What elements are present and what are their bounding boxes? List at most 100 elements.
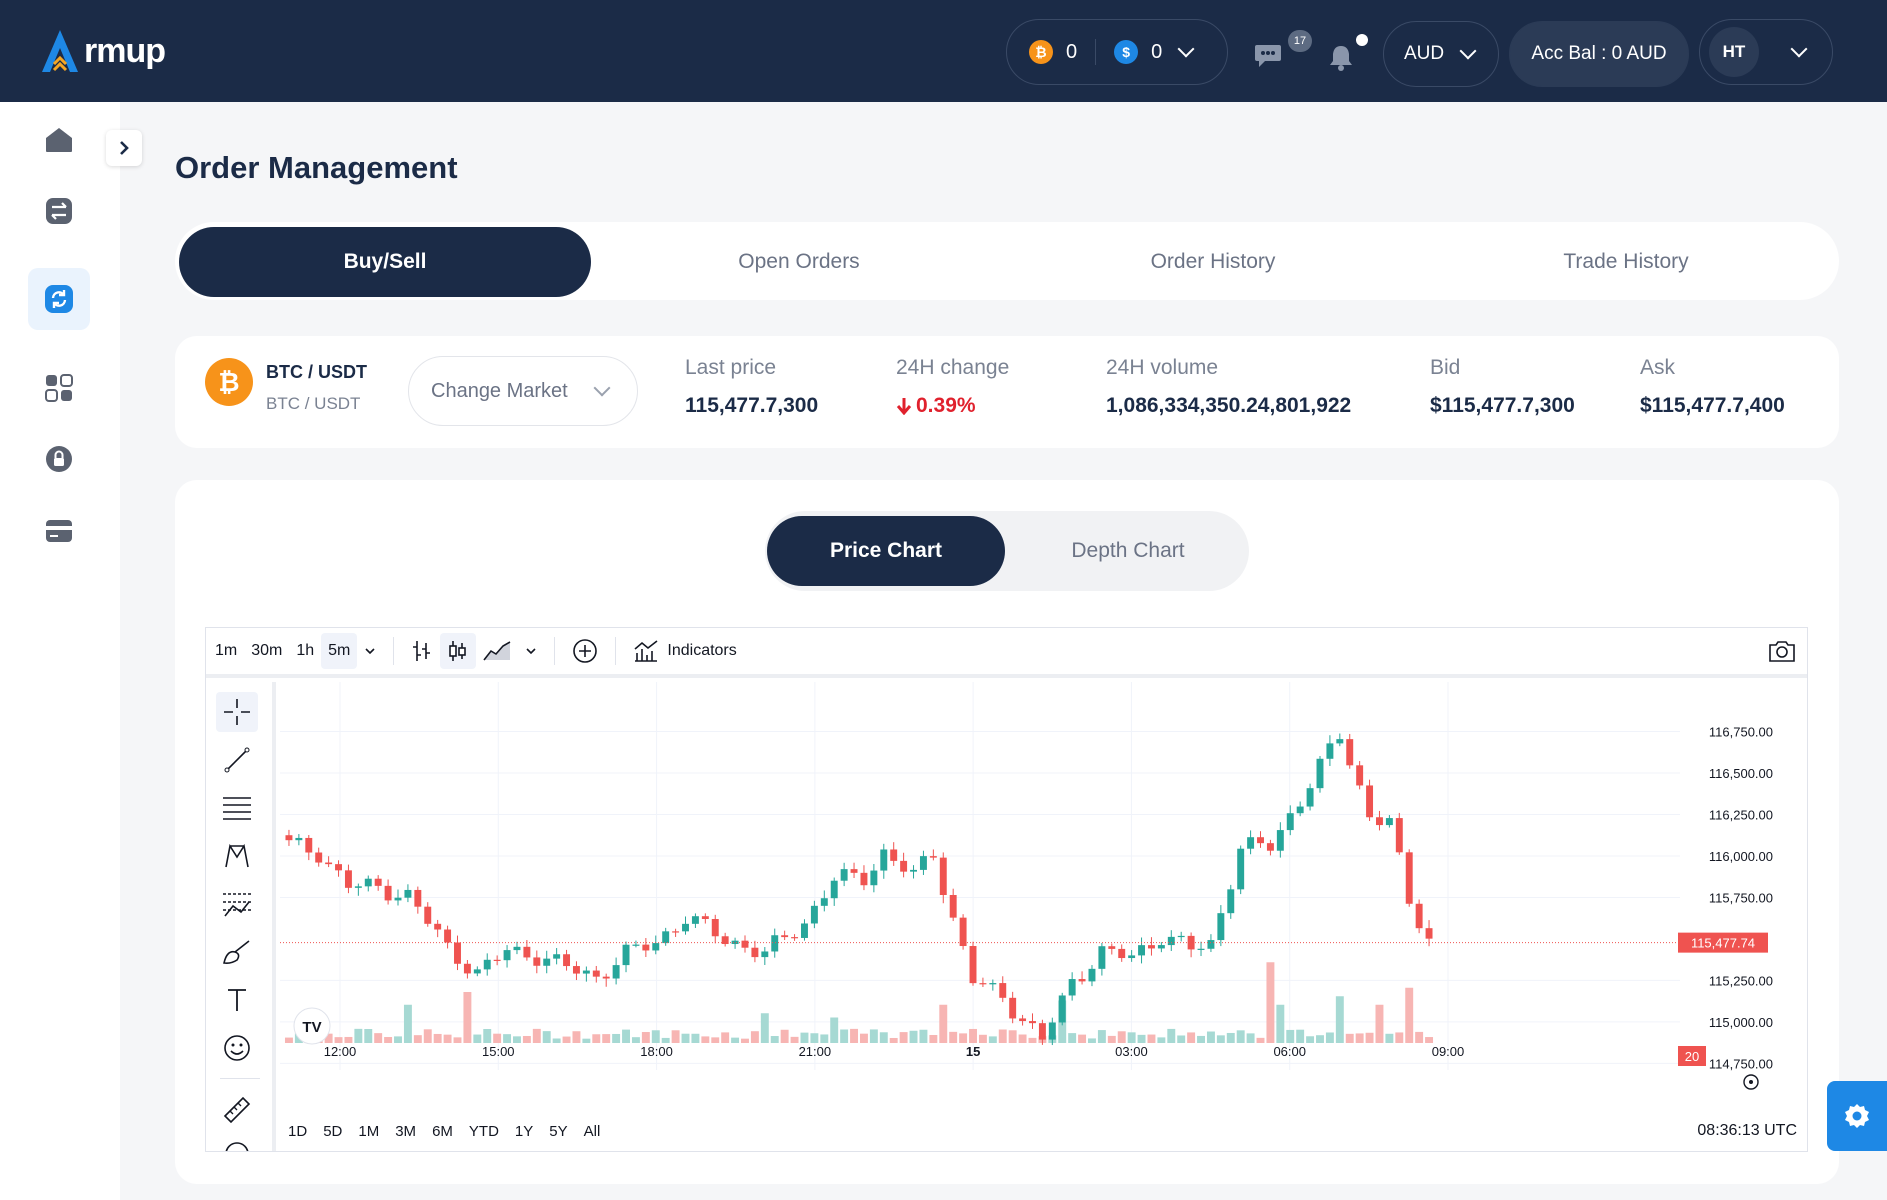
tab-buy-sell[interactable]: Buy/Sell [179, 227, 591, 297]
change-market-select[interactable]: Change Market [408, 356, 638, 426]
tab-trade-history[interactable]: Trade History [1420, 227, 1832, 297]
volume-bar [1236, 1030, 1245, 1043]
text-tool[interactable] [216, 980, 258, 1020]
measure-tool[interactable] [216, 1090, 258, 1130]
volume-bar [1028, 1037, 1037, 1043]
tab-open-orders[interactable]: Open Orders [593, 227, 1005, 297]
price-tick-label: 115,000.00 [1709, 1015, 1773, 1030]
ruler-icon [223, 1096, 251, 1124]
timeframe-30m[interactable]: 30m [244, 633, 289, 669]
pair-subtitle: BTC / USDT [266, 394, 361, 413]
range-1d[interactable]: 1D [280, 1123, 315, 1140]
sidebar-item-cards[interactable] [28, 500, 90, 562]
candle-body [810, 905, 818, 924]
sidebar-item-home[interactable] [28, 109, 90, 171]
tab-order-history[interactable]: Order History [1007, 227, 1419, 297]
area-style-button[interactable] [476, 633, 518, 669]
volume-bar [453, 1037, 462, 1043]
range-5y[interactable]: 5Y [541, 1123, 575, 1140]
text-icon [228, 989, 246, 1011]
candle-body [1108, 946, 1116, 949]
sidebar-item-security[interactable] [28, 428, 90, 490]
volume-bar [711, 1037, 720, 1043]
candle-body [741, 940, 749, 948]
zoom-icon [225, 1142, 249, 1151]
candle-body [850, 869, 858, 873]
volume-bar [998, 1029, 1007, 1043]
user-menu[interactable]: HT [1699, 19, 1833, 85]
candle-body [1296, 806, 1304, 814]
candle-body [1197, 948, 1205, 950]
candle-body [553, 954, 561, 959]
volume-bar [1296, 1029, 1305, 1043]
screenshot-button[interactable] [1761, 633, 1803, 669]
volume-bar [661, 1037, 670, 1043]
tab-price-chart[interactable]: Price Chart [767, 516, 1005, 586]
timeframe-5m[interactable]: 5m [321, 633, 358, 669]
fib-tool[interactable] [216, 788, 258, 828]
candle-body [325, 862, 333, 865]
volume-bar [909, 1030, 918, 1043]
candle-body [691, 916, 699, 924]
timeframe-1h[interactable]: 1h [289, 633, 321, 669]
prediction-tool[interactable] [216, 884, 258, 924]
chart-style-dropdown[interactable] [518, 633, 544, 669]
candles [285, 733, 1433, 1046]
logo[interactable]: rmup [38, 22, 166, 74]
forecast-icon [223, 893, 251, 917]
chevron-down-icon [1790, 40, 1808, 58]
wallet-dropdown[interactable]: ₿ 0 $ 0 [1006, 19, 1228, 85]
brush-tool[interactable] [216, 932, 258, 972]
bell-icon[interactable] [1328, 44, 1354, 77]
currency-select[interactable]: AUD [1383, 21, 1499, 87]
chat-icon[interactable] [1254, 42, 1284, 75]
account-balance[interactable]: Acc Bal : 0 AUD [1509, 21, 1689, 87]
trendline-tool[interactable] [216, 740, 258, 780]
volume-bar [622, 1029, 630, 1043]
candle-body [949, 894, 957, 918]
tab-depth-chart[interactable]: Depth Chart [1009, 516, 1247, 586]
candle-body [989, 983, 997, 985]
crosshair-tool[interactable] [216, 692, 258, 732]
utc-clock[interactable]: 08:36:13 UTC [1697, 1122, 1797, 1140]
candle-body [632, 944, 640, 946]
emoji-tool[interactable] [216, 1028, 258, 1068]
volume-bar [522, 1035, 531, 1043]
timeframe-1m[interactable]: 1m [208, 633, 244, 669]
sidebar-item-exchange[interactable] [28, 180, 90, 242]
sidebar-item-orders[interactable] [28, 268, 90, 330]
volume-24h-value: 1,086,334,350.24,801,922 [1106, 394, 1352, 417]
range-all[interactable]: All [576, 1123, 609, 1140]
arrow-down-icon [896, 398, 912, 415]
pattern-tool[interactable] [216, 836, 258, 876]
range-1m[interactable]: 1M [350, 1123, 387, 1140]
volume-bar [1187, 1032, 1196, 1043]
timeframe-dropdown[interactable] [357, 633, 383, 669]
range-6m[interactable]: 6M [424, 1123, 461, 1140]
bar-chart-style-button[interactable] [404, 633, 440, 669]
candle-body [414, 889, 422, 907]
volume-bar [532, 1028, 541, 1043]
candle-body [463, 963, 471, 974]
candle-body [672, 931, 680, 933]
range-1y[interactable]: 1Y [507, 1123, 541, 1140]
compare-button[interactable] [565, 633, 605, 669]
range-ytd[interactable]: YTD [461, 1123, 507, 1140]
candle-body [454, 942, 461, 964]
zoom-tool[interactable] [216, 1134, 258, 1151]
sidebar-expand-button[interactable] [106, 130, 142, 166]
bitcoin-icon: ₿ [205, 358, 253, 406]
range-5d[interactable]: 5D [315, 1123, 350, 1140]
candles-style-button[interactable] [440, 633, 477, 669]
candle-body [1326, 743, 1334, 759]
settings-button[interactable] [1827, 1081, 1887, 1151]
volume-bar [810, 1033, 819, 1043]
bid-label: Bid [1430, 356, 1461, 379]
price-chart-plot[interactable]: 116,750.00 116,500.00 116,250.00 116,000.00… [280, 682, 1808, 1110]
candle-body [642, 944, 650, 951]
indicators-button[interactable]: Indicators [626, 633, 743, 669]
sidebar-item-apps[interactable] [28, 357, 90, 419]
range-3m[interactable]: 3M [387, 1123, 424, 1140]
volume-bar [463, 992, 472, 1043]
candle-body [1385, 818, 1393, 826]
